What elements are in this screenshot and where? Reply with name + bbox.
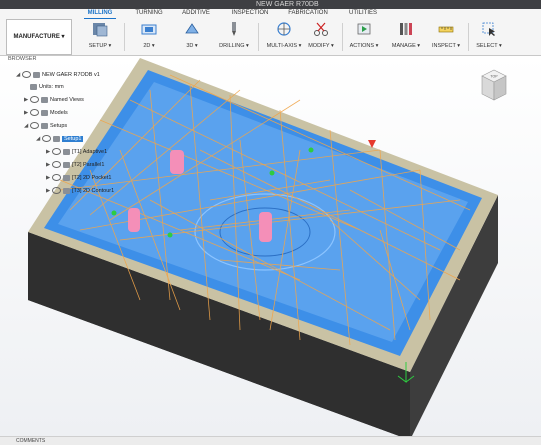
visibility-eye-icon[interactable] (52, 148, 61, 156)
toolpath-marker (308, 147, 314, 153)
visibility-eye-icon[interactable] (52, 174, 61, 182)
toolpath-marker (269, 170, 275, 176)
2d-pocket-icon (63, 174, 70, 181)
parallel-icon (63, 161, 70, 168)
tree-node-op-2d-pocket[interactable]: ▶ [T2] 2D Pocket1 (46, 173, 111, 183)
browser-header[interactable]: BROWSER (8, 54, 128, 64)
visibility-eye-icon[interactable] (22, 71, 31, 79)
2d-contour-icon (63, 187, 70, 194)
view-cube[interactable]: TOP (476, 66, 512, 106)
boss-cylinder (259, 212, 272, 242)
comments-label[interactable]: COMMENTS (16, 438, 45, 444)
tree-node-op-parallel[interactable]: ▶ [T2] Parallel1 (46, 160, 104, 170)
document-icon (33, 71, 40, 78)
visibility-eye-icon[interactable] (42, 135, 51, 143)
tree-node-op-2d-contour[interactable]: ▶ [T3] 2D Contour1 (46, 186, 114, 196)
visibility-eye-icon[interactable] (52, 187, 61, 195)
folder-icon (41, 122, 48, 129)
visibility-eye-icon[interactable] (30, 122, 39, 130)
tree-node-setup1[interactable]: ◢ Setup1 (36, 134, 84, 144)
boss-cylinder (128, 208, 140, 232)
toolpath-marker (167, 232, 173, 238)
toolpath-marker (111, 210, 117, 216)
tree-node-op-adaptive[interactable]: ▶ [T1] Adaptive1 (46, 147, 107, 157)
boss-cylinder (170, 150, 184, 174)
tree-node-models[interactable]: ▶ Models (24, 108, 68, 118)
tree-node-root[interactable]: ◢ NEW GAER R7ODB v1 (16, 70, 100, 80)
visibility-eye-icon[interactable] (30, 109, 39, 117)
tree-node-setups[interactable]: ◢ Setups (24, 121, 67, 131)
browser-panel: BROWSER ◢ NEW GAER R7ODB v1 Units: mm ▶ Na… (8, 54, 128, 204)
visibility-eye-icon[interactable] (30, 96, 39, 104)
tree-node-units[interactable]: Units: mm (24, 82, 64, 92)
tree-node-named-views[interactable]: ▶ Named Views (24, 95, 84, 105)
settings-icon (30, 83, 37, 90)
setup-icon (53, 135, 60, 142)
adaptive-icon (63, 148, 70, 155)
folder-icon (41, 96, 48, 103)
folder-icon (41, 109, 48, 116)
view-cube-label: TOP (490, 75, 498, 79)
visibility-eye-icon[interactable] (52, 161, 61, 169)
